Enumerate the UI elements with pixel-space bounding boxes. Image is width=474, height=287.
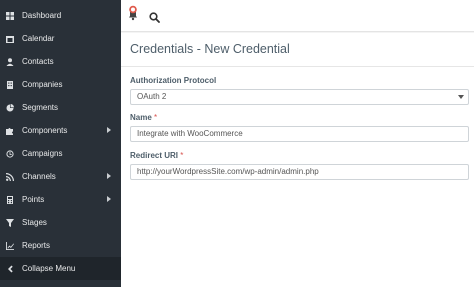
name-label: Name * bbox=[130, 113, 157, 122]
search-icon[interactable] bbox=[149, 10, 160, 23]
protocol-label-text: Authorization Protocol bbox=[130, 76, 217, 85]
sidebar-item-label: Stages bbox=[22, 218, 47, 227]
sidebar-item-points[interactable]: Points bbox=[0, 188, 121, 211]
pie-chart-icon bbox=[5, 103, 14, 112]
chevron-right-icon bbox=[107, 127, 111, 133]
chevron-right-icon bbox=[107, 173, 111, 179]
sidebar-item-segments[interactable]: Segments bbox=[0, 96, 121, 119]
page-title: Credentials - New Credential bbox=[130, 42, 290, 56]
chevron-down-icon bbox=[458, 95, 464, 99]
sidebar-item-contacts[interactable]: Contacts bbox=[0, 50, 121, 73]
protocol-label: Authorization Protocol bbox=[130, 76, 216, 85]
user-icon bbox=[5, 57, 14, 66]
required-marker: * bbox=[180, 151, 184, 160]
dashboard-icon bbox=[5, 11, 14, 20]
sidebar-item-label: Components bbox=[22, 126, 68, 135]
sidebar-item-label: Contacts bbox=[22, 57, 54, 66]
sidebar-item-label: Calendar bbox=[22, 34, 55, 43]
building-icon bbox=[5, 80, 14, 89]
sidebar-item-companies[interactable]: Companies bbox=[0, 73, 121, 96]
name-label-text: Name bbox=[130, 113, 152, 122]
header-divider bbox=[121, 66, 474, 67]
sidebar-item-label: Dashboard bbox=[22, 11, 62, 20]
calendar-icon bbox=[5, 34, 14, 43]
protocol-select-value: OAuth 2 bbox=[137, 92, 167, 101]
redirect-uri-input[interactable]: http://yourWordpressSite.com/wp-admin/ad… bbox=[130, 164, 469, 180]
collapse-menu-button[interactable]: Collapse Menu bbox=[0, 257, 121, 280]
main-content: Credentials - New Credential Authorizati… bbox=[121, 33, 474, 287]
line-chart-icon bbox=[5, 241, 14, 250]
sidebar-item-label: Points bbox=[22, 195, 45, 204]
calculator-icon bbox=[5, 195, 14, 204]
sidebar-item-label: Segments bbox=[22, 103, 59, 112]
sidebar-item-label: Reports bbox=[22, 241, 51, 250]
sidebar: Dashboard Calendar Contacts Companies Se… bbox=[0, 0, 121, 287]
redirect-uri-label: Redirect URI * bbox=[130, 151, 183, 160]
collapse-menu-label: Collapse Menu bbox=[22, 264, 76, 273]
sidebar-item-components[interactable]: Components bbox=[0, 119, 121, 142]
sidebar-item-calendar[interactable]: Calendar bbox=[0, 27, 121, 50]
redirect-uri-label-text: Redirect URI bbox=[130, 151, 179, 160]
sidebar-item-channels[interactable]: Channels bbox=[0, 165, 121, 188]
clock-icon bbox=[5, 149, 14, 158]
name-input-value: Integrate with WooCommerce bbox=[137, 129, 243, 138]
sidebar-item-label: Companies bbox=[22, 80, 63, 89]
sidebar-item-label: Channels bbox=[22, 172, 56, 181]
puzzle-icon bbox=[5, 126, 14, 135]
sidebar-item-label: Campaigns bbox=[22, 149, 63, 158]
filter-icon bbox=[5, 218, 14, 227]
sidebar-item-dashboard[interactable]: Dashboard bbox=[0, 4, 121, 27]
protocol-select[interactable]: OAuth 2 bbox=[130, 89, 469, 105]
sidebar-item-stages[interactable]: Stages bbox=[0, 211, 121, 234]
sidebar-item-campaigns[interactable]: Campaigns bbox=[0, 142, 121, 165]
rss-icon bbox=[5, 172, 14, 181]
bell-icon[interactable] bbox=[128, 5, 138, 23]
sidebar-item-reports[interactable]: Reports bbox=[0, 234, 121, 257]
required-marker: * bbox=[154, 113, 158, 122]
top-bar bbox=[121, 0, 474, 32]
chevron-right-icon bbox=[107, 196, 111, 202]
name-input[interactable]: Integrate with WooCommerce bbox=[130, 126, 469, 142]
redirect-uri-input-value: http://yourWordpressSite.com/wp-admin/ad… bbox=[137, 167, 319, 176]
chevron-left-icon bbox=[5, 264, 14, 273]
